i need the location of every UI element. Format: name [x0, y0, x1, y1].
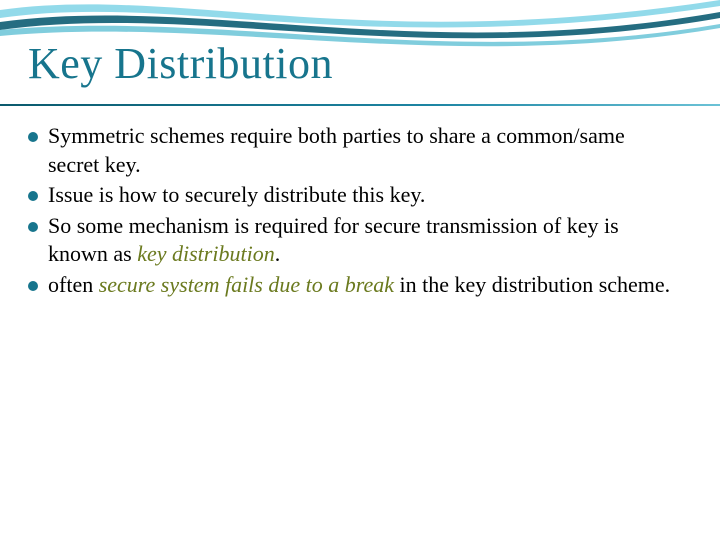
slide: Key Distribution Symmetric schemes requi…	[0, 0, 720, 540]
bullet-item: Issue is how to securely distribute this…	[28, 181, 680, 210]
bullet-dot-icon	[28, 191, 38, 201]
title-underline	[0, 104, 720, 106]
bullet-text: often secure system fails due to a break…	[48, 271, 680, 300]
slide-title: Key Distribution	[28, 38, 333, 89]
bullet-pre: often	[48, 272, 99, 297]
bullet-dot-icon	[28, 222, 38, 232]
bullet-dot-icon	[28, 281, 38, 291]
bullet-item: So some mechanism is required for secure…	[28, 212, 680, 269]
bullet-text: Symmetric schemes require both parties t…	[48, 122, 680, 179]
slide-body: Symmetric schemes require both parties t…	[28, 122, 680, 302]
bullet-dot-icon	[28, 132, 38, 142]
bullet-em: key distribution	[137, 241, 274, 266]
bullet-post: .	[275, 241, 281, 266]
bullet-em: secure system fails due to a break	[99, 272, 394, 297]
bullet-pre: Issue is how to securely distribute this…	[48, 182, 425, 207]
bullet-post: in the key distribution scheme.	[394, 272, 670, 297]
bullet-text: So some mechanism is required for secure…	[48, 212, 680, 269]
bullet-item: often secure system fails due to a break…	[28, 271, 680, 300]
bullet-pre: So some mechanism is required for secure…	[48, 213, 619, 267]
bullet-text: Issue is how to securely distribute this…	[48, 181, 680, 210]
bullet-pre: Symmetric schemes require both parties t…	[48, 123, 625, 177]
bullet-item: Symmetric schemes require both parties t…	[28, 122, 680, 179]
